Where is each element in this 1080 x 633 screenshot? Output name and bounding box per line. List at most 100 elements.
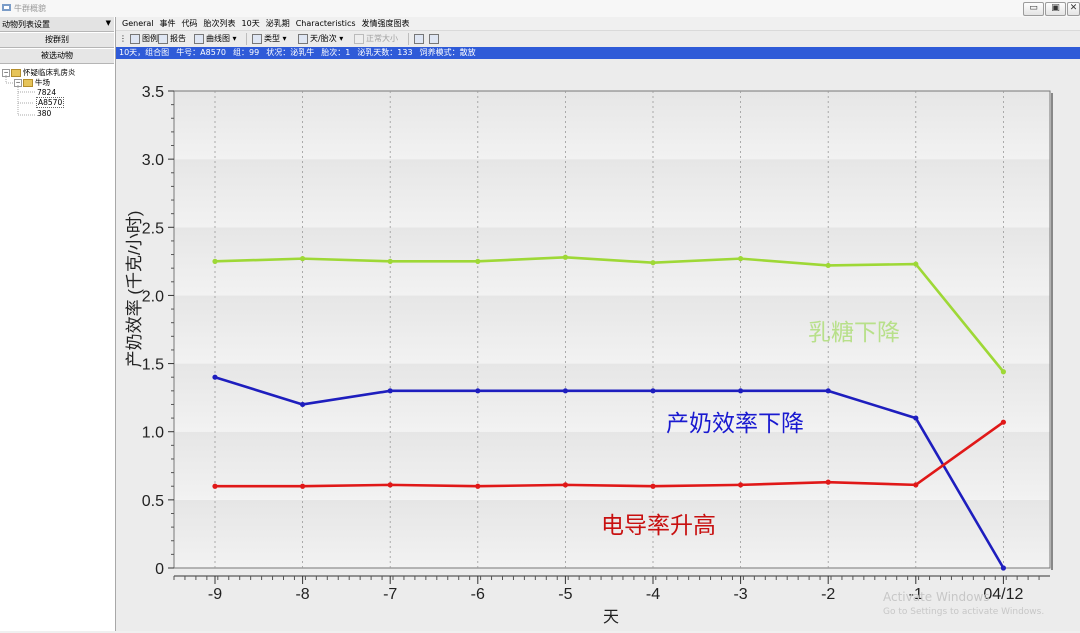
data-point — [212, 483, 218, 489]
toolbar-grip: ⋮ — [119, 34, 127, 43]
data-point — [387, 258, 393, 264]
window-title: 牛群概貌 — [14, 4, 46, 13]
report-label: 报告 — [170, 34, 186, 43]
type-button[interactable]: 类型 ▾ — [252, 33, 287, 45]
data-point — [387, 482, 393, 488]
maximize-button[interactable]: ▣ — [1045, 2, 1066, 16]
annotation-efficiency-drop: 产奶效率下降 — [666, 410, 804, 436]
data-point — [562, 388, 568, 394]
y-tick-label: 0 — [155, 561, 164, 578]
data-point — [913, 482, 919, 488]
note-tool-button[interactable] — [429, 33, 441, 45]
x-axis-label: 天 — [603, 609, 619, 626]
info-status: 状况：泌乳牛 — [266, 48, 315, 57]
milk-efficiency-chart: 00.51.01.52.02.53.03.5-9 -8 -7 -6 -5 -4 -3 -2 -1… — [125, 84, 1053, 626]
menu-lactation[interactable]: 泌乳期 — [266, 17, 290, 30]
data-point — [825, 388, 831, 394]
info-parity: 胎次：1 — [321, 48, 351, 57]
y-tick-label: 3.0 — [142, 152, 164, 169]
data-point — [562, 482, 568, 488]
y-tick-label: 1.0 — [142, 425, 164, 442]
legend-label: 图例 — [142, 34, 158, 43]
by-group-button[interactable]: 按群别 — [0, 33, 114, 48]
data-point — [650, 388, 656, 394]
grid-band — [174, 91, 1050, 160]
curve-chart-button[interactable]: 曲线图 ▾ — [194, 33, 237, 45]
watermark-subtitle: Go to Settings to activate Windows. — [883, 607, 1045, 617]
data-point — [300, 401, 306, 408]
data-point — [650, 260, 656, 266]
animal-list-settings-dropdown[interactable]: 动物列表设置 ▼ — [0, 17, 114, 32]
info-cow-id: 牛号：A8570 — [176, 48, 227, 57]
x-tick-label: -5 — [558, 586, 572, 603]
selected-animals-button[interactable]: 被选动物 — [0, 49, 114, 64]
y-tick-label: 2.0 — [142, 288, 164, 305]
chevron-down-icon: ▼ — [105, 19, 111, 27]
info-feeding: 饲养模式：散放 — [419, 48, 476, 57]
plot-background — [173, 90, 1053, 570]
menu-codes[interactable]: 代码 — [182, 17, 198, 30]
annotation-lactose-drop: 乳糖下降 — [808, 319, 900, 345]
menu-events[interactable]: 事件 — [160, 17, 176, 30]
grid-band — [174, 159, 1050, 228]
close-button[interactable]: ✕ — [1067, 2, 1080, 16]
data-point — [1000, 419, 1007, 425]
normal-size-label: 正常大小 — [366, 34, 398, 43]
data-point — [650, 483, 656, 489]
data-point — [1000, 369, 1007, 375]
zoom-icon — [354, 33, 364, 44]
minimize-button[interactable]: ▭ — [1023, 2, 1044, 16]
toolbar-separator — [246, 33, 247, 45]
data-point — [212, 374, 218, 380]
tree-lines — [5, 75, 35, 116]
type-label: 类型 — [264, 34, 280, 43]
y-axis-label: 产奶效率 (千克/小时) — [125, 211, 144, 368]
activation-watermark: Activate Windows Go to Settings to activ… — [883, 590, 1044, 617]
data-point — [1000, 565, 1007, 571]
data-point — [475, 388, 481, 394]
data-point — [738, 256, 744, 262]
annotation-conductivity-rise: 电导率升高 — [601, 512, 716, 538]
menu-parity-list[interactable]: 胎次列表 — [204, 17, 236, 30]
info-dim: 泌乳天数：133 — [357, 48, 413, 57]
menu-10-days[interactable]: 10天 — [242, 17, 260, 30]
data-point — [387, 388, 393, 394]
flag-tool-button[interactable] — [414, 33, 426, 45]
grid-band — [174, 295, 1050, 364]
data-point — [300, 256, 306, 262]
legend-button[interactable]: 图例 — [130, 33, 158, 45]
normal-size-button[interactable]: 正常大小 — [354, 33, 398, 45]
watermark-title: Activate Windows — [883, 590, 990, 604]
menu-heat-intensity-chart[interactable]: 发情强度图表 — [362, 17, 410, 30]
x-tick-label: -8 — [295, 586, 309, 603]
data-point — [300, 483, 306, 489]
data-point — [212, 258, 218, 264]
menu-general[interactable]: General — [122, 17, 154, 30]
info-group: 组：99 — [233, 48, 260, 57]
x-tick-label: -9 — [208, 586, 222, 603]
x-tick-label: -3 — [733, 586, 747, 603]
toolbar-separator — [408, 33, 409, 45]
y-tick-label: 0.5 — [142, 493, 164, 510]
day-parity-label: 天/胎次 — [310, 34, 337, 43]
animal-info-bar: 10天，组合图 牛号：A8570 组：99 状况：泌乳牛 胎次：1 泌乳天数：133 饲养模… — [116, 47, 1080, 59]
data-point — [738, 482, 744, 488]
x-tick-label: -4 — [646, 586, 660, 603]
info-view: 10天，组合图 — [119, 48, 170, 57]
menu-characteristics[interactable]: Characteristics — [296, 17, 356, 30]
toolbar: ⋮ 图例 报告 曲线图 ▾ 类型 ▾ 天/胎次 ▾ 正常大小 — [116, 30, 1080, 48]
report-button[interactable]: 报告 — [158, 33, 186, 45]
sidebar: 动物列表设置 ▼ 按群别 被选动物 − 怀疑临床乳房炎 − 牛场 7824 A857… — [0, 17, 116, 631]
y-tick-label: 1.5 — [142, 357, 164, 374]
data-point — [475, 258, 481, 264]
menu-bar: General 事件 代码 胎次列表 10天 泌乳期 Characteristics 发情强度… — [116, 17, 1080, 30]
y-tick-label: 2.5 — [142, 220, 164, 237]
type-icon — [252, 33, 262, 44]
data-point — [825, 479, 831, 485]
day-parity-button[interactable]: 天/胎次 ▾ — [298, 33, 343, 45]
x-tick-label: -6 — [471, 586, 485, 603]
data-point — [475, 483, 481, 489]
grid-band — [174, 431, 1050, 500]
dropdown-label: 动物列表设置 — [2, 20, 50, 29]
flag-icon — [414, 33, 424, 44]
